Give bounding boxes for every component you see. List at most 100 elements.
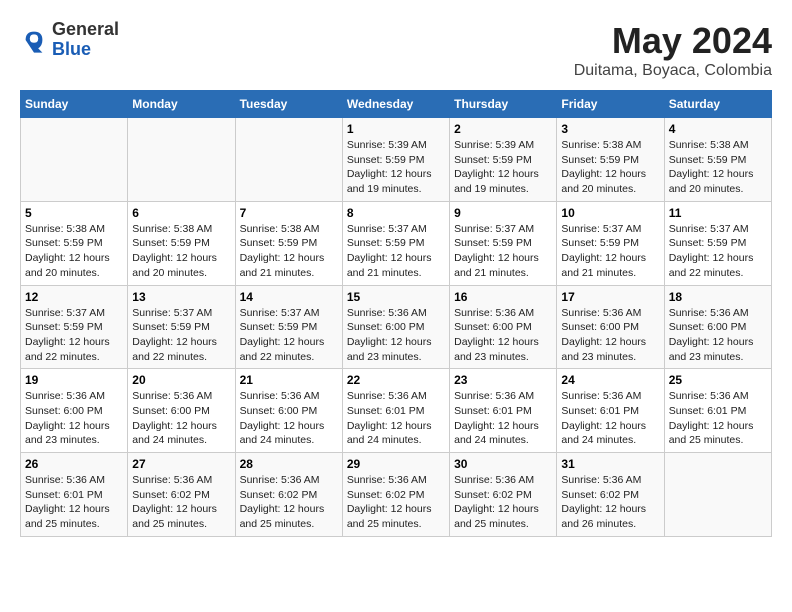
calendar-cell: 26 Sunrise: 5:36 AM Sunset: 6:01 PM Dayli… — [21, 453, 128, 537]
header-row: SundayMondayTuesdayWednesdayThursdayFrid… — [21, 91, 772, 118]
day-number: 21 — [240, 373, 338, 387]
day-number: 18 — [669, 290, 767, 304]
day-number: 31 — [561, 457, 659, 471]
day-info: Sunrise: 5:37 AM Sunset: 5:59 PM Dayligh… — [561, 222, 659, 281]
header-wednesday: Wednesday — [342, 91, 449, 118]
calendar-cell: 19 Sunrise: 5:36 AM Sunset: 6:00 PM Dayli… — [21, 369, 128, 453]
day-info: Sunrise: 5:36 AM Sunset: 6:00 PM Dayligh… — [347, 306, 445, 365]
calendar-cell: 3 Sunrise: 5:38 AM Sunset: 5:59 PM Daylig… — [557, 118, 664, 202]
day-info: Sunrise: 5:36 AM Sunset: 6:02 PM Dayligh… — [454, 473, 552, 532]
day-info: Sunrise: 5:36 AM Sunset: 6:00 PM Dayligh… — [132, 389, 230, 448]
calendar-cell: 30 Sunrise: 5:36 AM Sunset: 6:02 PM Dayli… — [450, 453, 557, 537]
day-info: Sunrise: 5:36 AM Sunset: 6:01 PM Dayligh… — [561, 389, 659, 448]
calendar-cell: 31 Sunrise: 5:36 AM Sunset: 6:02 PM Dayli… — [557, 453, 664, 537]
calendar-subtitle: Duitama, Boyaca, Colombia — [574, 62, 772, 80]
day-info: Sunrise: 5:36 AM Sunset: 6:00 PM Dayligh… — [25, 389, 123, 448]
day-number: 4 — [669, 122, 767, 136]
day-info: Sunrise: 5:37 AM Sunset: 5:59 PM Dayligh… — [347, 222, 445, 281]
day-info: Sunrise: 5:36 AM Sunset: 6:02 PM Dayligh… — [132, 473, 230, 532]
calendar-cell: 24Sunrise: 5:36 AM Sunset: 6:01 PM Dayli… — [557, 369, 664, 453]
calendar-title: May 2024 — [574, 20, 772, 62]
day-info: Sunrise: 5:38 AM Sunset: 5:59 PM Dayligh… — [561, 138, 659, 197]
day-number: 30 — [454, 457, 552, 471]
day-number: 27 — [132, 457, 230, 471]
header-saturday: Saturday — [664, 91, 771, 118]
day-info: Sunrise: 5:37 AM Sunset: 5:59 PM Dayligh… — [454, 222, 552, 281]
day-number: 15 — [347, 290, 445, 304]
calendar-cell: 17Sunrise: 5:36 AM Sunset: 6:00 PM Dayli… — [557, 285, 664, 369]
calendar-table: SundayMondayTuesdayWednesdayThursdayFrid… — [20, 90, 772, 537]
logo-icon — [20, 26, 48, 54]
day-number: 28 — [240, 457, 338, 471]
day-info: Sunrise: 5:38 AM Sunset: 5:59 PM Dayligh… — [25, 222, 123, 281]
calendar-cell: 1Sunrise: 5:39 AM Sunset: 5:59 PM Daylig… — [342, 118, 449, 202]
day-info: Sunrise: 5:36 AM Sunset: 6:00 PM Dayligh… — [669, 306, 767, 365]
day-info: Sunrise: 5:36 AM Sunset: 6:01 PM Dayligh… — [347, 389, 445, 448]
day-number: 17 — [561, 290, 659, 304]
calendar-cell: 8 Sunrise: 5:37 AM Sunset: 5:59 PM Daylig… — [342, 201, 449, 285]
day-info: Sunrise: 5:36 AM Sunset: 6:01 PM Dayligh… — [25, 473, 123, 532]
calendar-cell — [664, 453, 771, 537]
day-info: Sunrise: 5:38 AM Sunset: 5:59 PM Dayligh… — [132, 222, 230, 281]
week-row-3: 12 Sunrise: 5:37 AM Sunset: 5:59 PM Dayli… — [21, 285, 772, 369]
header-monday: Monday — [128, 91, 235, 118]
calendar-cell: 20 Sunrise: 5:36 AM Sunset: 6:00 PM Dayli… — [128, 369, 235, 453]
day-number: 14 — [240, 290, 338, 304]
calendar-cell: 4 Sunrise: 5:38 AM Sunset: 5:59 PM Daylig… — [664, 118, 771, 202]
page-header: General Blue May 2024 Duitama, Boyaca, C… — [20, 20, 772, 80]
calendar-cell: 27 Sunrise: 5:36 AM Sunset: 6:02 PM Dayli… — [128, 453, 235, 537]
day-info: Sunrise: 5:36 AM Sunset: 6:02 PM Dayligh… — [561, 473, 659, 532]
day-number: 12 — [25, 290, 123, 304]
day-number: 7 — [240, 206, 338, 220]
day-number: 2 — [454, 122, 552, 136]
day-number: 22 — [347, 373, 445, 387]
day-info: Sunrise: 5:37 AM Sunset: 5:59 PM Dayligh… — [240, 306, 338, 365]
day-info: Sunrise: 5:38 AM Sunset: 5:59 PM Dayligh… — [669, 138, 767, 197]
week-row-2: 5Sunrise: 5:38 AM Sunset: 5:59 PM Daylig… — [21, 201, 772, 285]
calendar-cell: 10Sunrise: 5:37 AM Sunset: 5:59 PM Dayli… — [557, 201, 664, 285]
day-number: 29 — [347, 457, 445, 471]
day-number: 9 — [454, 206, 552, 220]
calendar-cell: 11Sunrise: 5:37 AM Sunset: 5:59 PM Dayli… — [664, 201, 771, 285]
week-row-5: 26 Sunrise: 5:36 AM Sunset: 6:01 PM Dayli… — [21, 453, 772, 537]
day-info: Sunrise: 5:36 AM Sunset: 6:00 PM Dayligh… — [240, 389, 338, 448]
calendar-body: 1Sunrise: 5:39 AM Sunset: 5:59 PM Daylig… — [21, 118, 772, 537]
calendar-cell: 25 Sunrise: 5:36 AM Sunset: 6:01 PM Dayli… — [664, 369, 771, 453]
header-thursday: Thursday — [450, 91, 557, 118]
calendar-cell: 7Sunrise: 5:38 AM Sunset: 5:59 PM Daylig… — [235, 201, 342, 285]
week-row-4: 19 Sunrise: 5:36 AM Sunset: 6:00 PM Dayli… — [21, 369, 772, 453]
logo-general: General — [52, 20, 119, 40]
week-row-1: 1Sunrise: 5:39 AM Sunset: 5:59 PM Daylig… — [21, 118, 772, 202]
calendar-cell: 18 Sunrise: 5:36 AM Sunset: 6:00 PM Dayli… — [664, 285, 771, 369]
calendar-cell: 16 Sunrise: 5:36 AM Sunset: 6:00 PM Dayli… — [450, 285, 557, 369]
day-info: Sunrise: 5:36 AM Sunset: 6:00 PM Dayligh… — [454, 306, 552, 365]
calendar-cell — [21, 118, 128, 202]
day-number: 8 — [347, 206, 445, 220]
calendar-cell: 29 Sunrise: 5:36 AM Sunset: 6:02 PM Dayli… — [342, 453, 449, 537]
day-number: 19 — [25, 373, 123, 387]
header-tuesday: Tuesday — [235, 91, 342, 118]
calendar-cell: 22 Sunrise: 5:36 AM Sunset: 6:01 PM Dayli… — [342, 369, 449, 453]
logo-text: General Blue — [52, 20, 119, 60]
day-number: 20 — [132, 373, 230, 387]
calendar-cell: 21 Sunrise: 5:36 AM Sunset: 6:00 PM Dayli… — [235, 369, 342, 453]
logo-blue: Blue — [52, 40, 119, 60]
day-info: Sunrise: 5:37 AM Sunset: 5:59 PM Dayligh… — [669, 222, 767, 281]
day-number: 3 — [561, 122, 659, 136]
day-number: 16 — [454, 290, 552, 304]
day-info: Sunrise: 5:39 AM Sunset: 5:59 PM Dayligh… — [347, 138, 445, 197]
day-info: Sunrise: 5:37 AM Sunset: 5:59 PM Dayligh… — [132, 306, 230, 365]
calendar-cell: 5Sunrise: 5:38 AM Sunset: 5:59 PM Daylig… — [21, 201, 128, 285]
calendar-cell: 13 Sunrise: 5:37 AM Sunset: 5:59 PM Dayli… — [128, 285, 235, 369]
calendar-cell: 14 Sunrise: 5:37 AM Sunset: 5:59 PM Dayli… — [235, 285, 342, 369]
day-info: Sunrise: 5:36 AM Sunset: 6:02 PM Dayligh… — [347, 473, 445, 532]
day-info: Sunrise: 5:36 AM Sunset: 6:01 PM Dayligh… — [669, 389, 767, 448]
header-sunday: Sunday — [21, 91, 128, 118]
day-number: 13 — [132, 290, 230, 304]
calendar-cell: 2Sunrise: 5:39 AM Sunset: 5:59 PM Daylig… — [450, 118, 557, 202]
day-number: 26 — [25, 457, 123, 471]
day-info: Sunrise: 5:37 AM Sunset: 5:59 PM Dayligh… — [25, 306, 123, 365]
day-number: 25 — [669, 373, 767, 387]
calendar-cell: 28Sunrise: 5:36 AM Sunset: 6:02 PM Dayli… — [235, 453, 342, 537]
day-info: Sunrise: 5:36 AM Sunset: 6:01 PM Dayligh… — [454, 389, 552, 448]
